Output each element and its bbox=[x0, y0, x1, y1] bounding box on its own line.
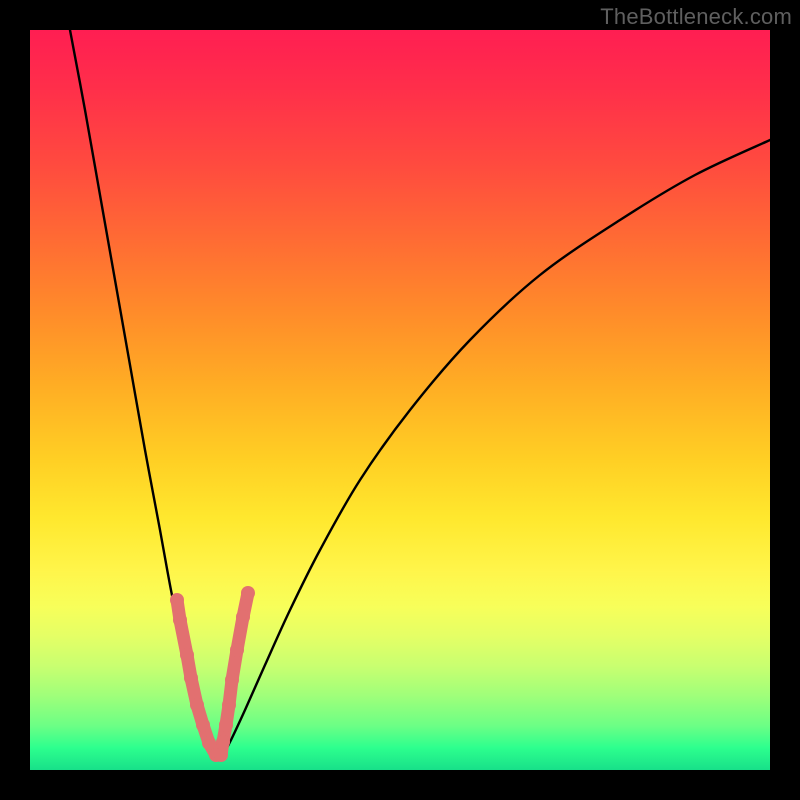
marker-dot bbox=[184, 671, 198, 685]
marker-dot bbox=[180, 648, 194, 662]
marker-dot bbox=[222, 698, 236, 712]
marker-dot bbox=[214, 748, 228, 762]
marker-dot bbox=[230, 643, 244, 657]
marker-dot bbox=[216, 735, 230, 749]
marker-dot bbox=[173, 613, 187, 627]
marker-dot bbox=[225, 673, 239, 687]
marker-dots-left bbox=[170, 593, 223, 762]
curve-left bbox=[70, 30, 220, 760]
marker-dot bbox=[236, 610, 250, 624]
curve-right bbox=[220, 140, 770, 760]
marker-dot bbox=[219, 718, 233, 732]
marker-dot bbox=[170, 593, 184, 607]
marker-dot bbox=[202, 736, 216, 750]
chart-overlay bbox=[30, 30, 770, 770]
chart-frame bbox=[30, 30, 770, 770]
marker-dot bbox=[241, 586, 255, 600]
marker-dot bbox=[196, 718, 210, 732]
watermark-text: TheBottleneck.com bbox=[600, 4, 792, 30]
marker-dot bbox=[190, 698, 204, 712]
